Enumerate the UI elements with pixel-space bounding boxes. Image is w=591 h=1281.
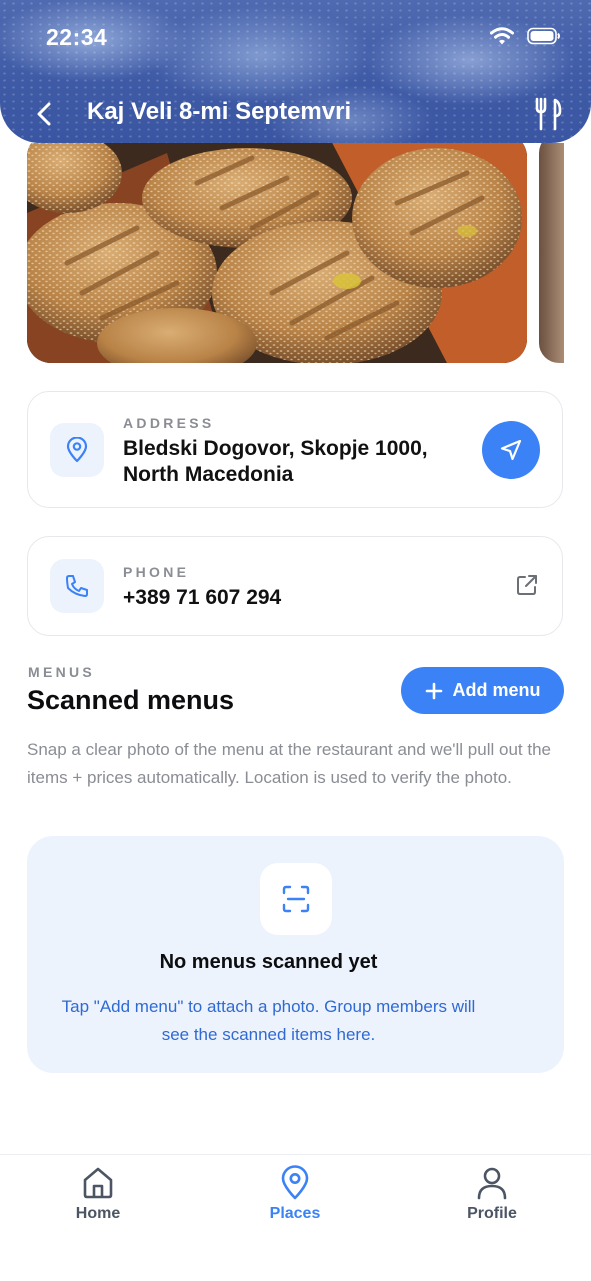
tab-places[interactable]: Places [235,1165,355,1223]
phone-label: PHONE [123,564,190,580]
address-icon-tile [50,423,104,477]
scan-icon [282,885,310,913]
navigate-button[interactable] [482,421,540,479]
next-photo[interactable] [539,143,564,363]
status-icons [489,26,561,46]
status-time: 22:34 [46,24,108,50]
photo-gallery[interactable] [27,143,564,363]
empty-state-title: No menus scanned yet [159,951,378,973]
tab-places-label: Places [269,1205,321,1222]
address-card: ADDRESS Bledski Dogovor, Skopje 1000, No… [27,391,563,508]
address-line-1: Bledski Dogovor, Skopje 1000, [123,437,428,460]
restaurant-button[interactable] [531,96,565,132]
battery-icon [527,27,560,45]
navigation-arrow-icon [500,439,522,461]
phone-number: +389 71 607 294 [123,586,282,609]
menus-kicker: MENUS [28,664,96,680]
back-button[interactable] [30,98,58,130]
open-phone-button[interactable] [514,572,540,598]
wifi-icon [490,27,514,45]
menus-title: Scanned menus [27,685,235,715]
address-line-2: North Macedonia [123,463,294,486]
page-title: Kaj Veli 8-mi Septemvri [87,98,352,125]
cutlery-icon [535,97,562,131]
user-icon [477,1167,507,1200]
map-pin-icon [66,437,88,463]
map-pin-icon [281,1165,309,1200]
chevron-left-icon [37,102,51,126]
header: 22:34 Kaj Veli 8-mi Septemvri [0,0,591,143]
tab-bar: Home Places Profile [0,1154,591,1281]
tab-home[interactable]: Home [38,1165,158,1223]
bread-photo[interactable] [27,143,527,363]
tab-home-label: Home [75,1205,121,1222]
tab-profile-label: Profile [467,1205,517,1222]
phone-card[interactable]: PHONE +389 71 607 294 [27,536,563,636]
phone-icon-tile [50,559,104,613]
scan-icon-tile [260,863,332,935]
empty-state-description: Tap "Add menu" to attach a photo. Group … [61,997,476,1044]
tab-profile[interactable]: Profile [432,1165,552,1223]
external-link-icon [517,575,537,595]
add-menu-label: Add menu [452,680,541,700]
add-menu-button[interactable]: Add menu [401,667,564,714]
phone-icon [66,575,88,597]
bread-photo-art [27,143,527,363]
address-label: ADDRESS [123,415,215,431]
home-icon [83,1167,113,1199]
menus-description: Snap a clear photo of the menu at the re… [27,740,551,787]
plus-icon [425,682,442,699]
